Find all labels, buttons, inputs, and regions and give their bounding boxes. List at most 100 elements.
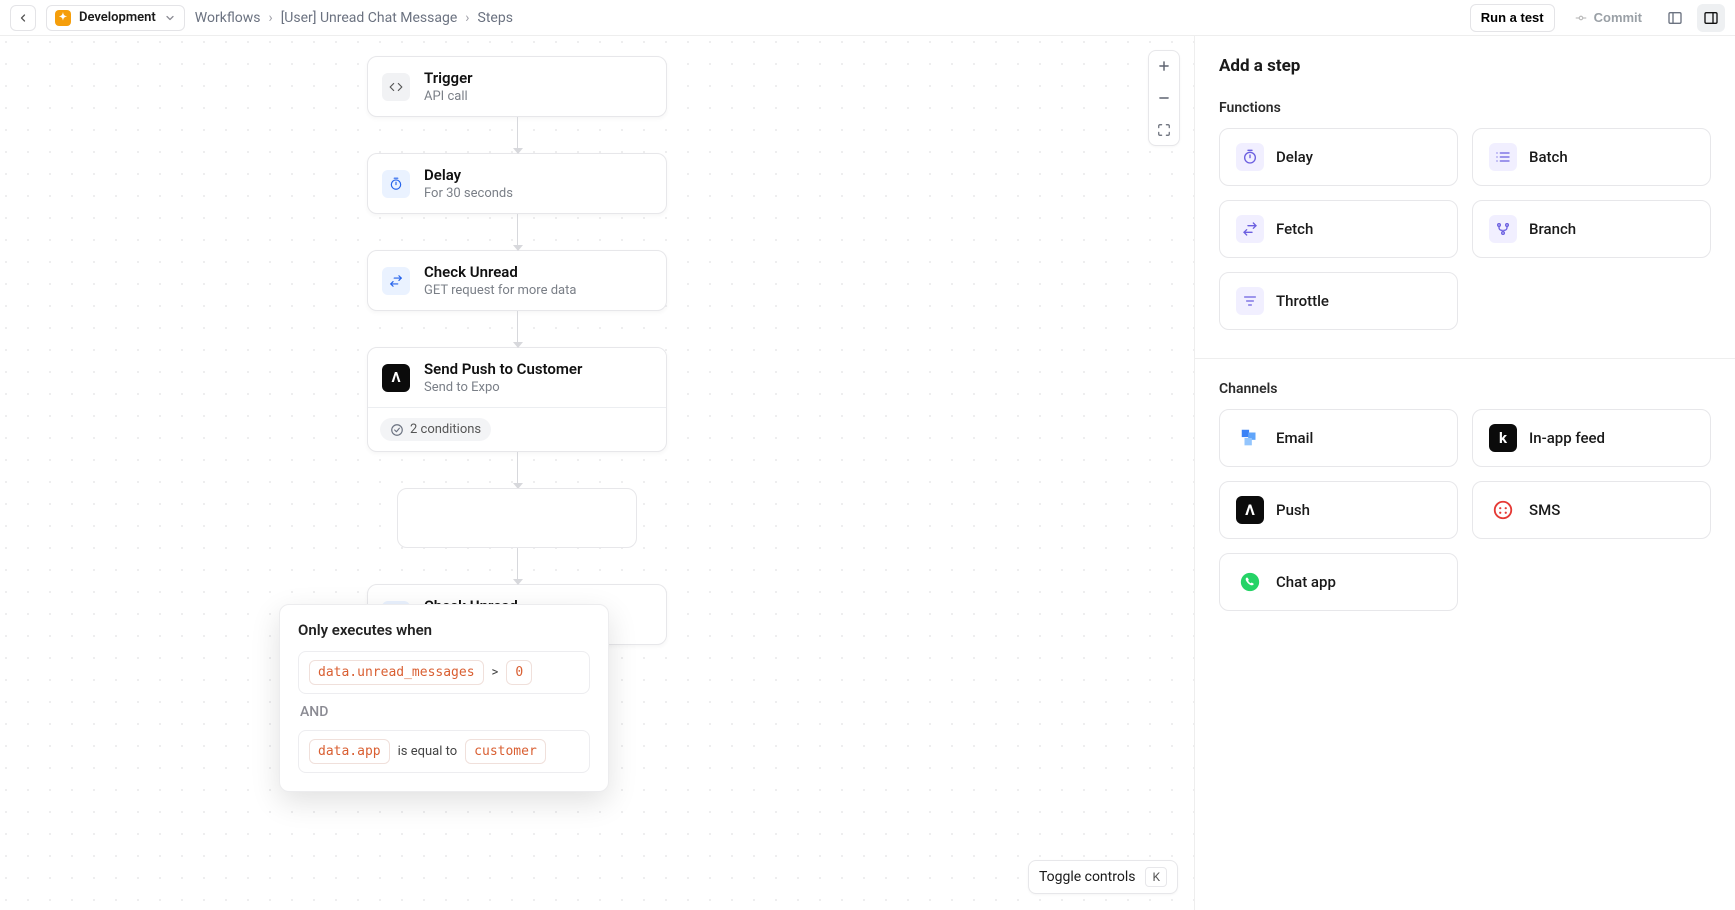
stepcard-label: Email	[1276, 429, 1313, 447]
conditions-chip-label: 2 conditions	[410, 422, 481, 437]
node-subtitle: Send to Expo	[424, 380, 582, 395]
crumb-workflows[interactable]: Workflows	[195, 10, 261, 26]
stepcard-label: Delay	[1276, 148, 1313, 166]
stepcard-label: Fetch	[1276, 220, 1313, 238]
stepcard-label: Push	[1276, 501, 1310, 519]
flow-column: Trigger API call Delay For 30 seconds	[367, 56, 667, 645]
functions-grid: Delay Batch Fetch Branch	[1219, 128, 1711, 330]
node-subtitle: API call	[424, 89, 473, 104]
top-bar-left: ✦ Development Workflows › [User] Unread …	[10, 5, 513, 31]
zoom-controls	[1148, 50, 1180, 146]
stepcard-push[interactable]: Λ Push	[1219, 481, 1458, 539]
conditions-chip-row: 2 conditions	[368, 407, 666, 451]
panel-toggle-right[interactable]	[1697, 4, 1725, 32]
expo-icon: Λ	[1236, 496, 1264, 524]
condition-join: AND	[300, 704, 588, 720]
node-subtitle: For 30 seconds	[424, 186, 513, 201]
chevron-right-icon: ›	[269, 10, 273, 26]
stepcard-batch[interactable]: Batch	[1472, 128, 1711, 186]
channels-label: Channels	[1219, 381, 1711, 397]
run-test-button[interactable]: Run a test	[1470, 4, 1555, 32]
workflow-canvas[interactable]: Trigger API call Delay For 30 seconds	[0, 36, 1195, 910]
node-hidden[interactable]	[397, 488, 637, 548]
node-body: Trigger API call	[424, 69, 473, 104]
run-test-label: Run a test	[1481, 10, 1544, 25]
stepcard-label: In-app feed	[1529, 429, 1605, 447]
stepcard-chat[interactable]: Chat app	[1219, 553, 1458, 611]
commit-icon	[1574, 11, 1588, 25]
conditions-chip[interactable]: 2 conditions	[380, 418, 491, 441]
node-send-push[interactable]: Λ Send Push to Customer Send to Expo 2 c…	[367, 347, 667, 452]
sms-icon	[1489, 496, 1517, 524]
back-button[interactable]	[10, 5, 36, 31]
zoom-in-button[interactable]	[1151, 53, 1177, 79]
inapp-icon: k	[1489, 424, 1517, 452]
node-title: Check Unread	[424, 263, 576, 281]
stepcard-label: Chat app	[1276, 573, 1336, 591]
condition-left: data.app	[309, 739, 390, 764]
maximize-icon	[1157, 123, 1171, 137]
stepcard-inapp[interactable]: k In-app feed	[1472, 409, 1711, 467]
stepcard-sms[interactable]: SMS	[1472, 481, 1711, 539]
node-title: Trigger	[424, 69, 473, 87]
functions-label: Functions	[1219, 100, 1711, 116]
main: Trigger API call Delay For 30 seconds	[0, 36, 1735, 910]
conditions-popover: Only executes when data.unread_messages …	[279, 604, 609, 792]
stepcard-branch[interactable]: Branch	[1472, 200, 1711, 258]
condition-left: data.unread_messages	[309, 660, 484, 685]
chevron-right-icon: ›	[465, 10, 469, 26]
chevron-down-icon	[164, 12, 176, 24]
panel-toggle-left[interactable]	[1661, 4, 1689, 32]
stepcard-fetch[interactable]: Fetch	[1219, 200, 1458, 258]
flow-edge	[517, 214, 518, 250]
toggle-controls[interactable]: Toggle controls K	[1028, 860, 1178, 894]
flow-edge	[517, 452, 518, 488]
node-trigger[interactable]: Trigger API call	[367, 56, 667, 117]
minus-icon	[1157, 91, 1171, 105]
toggle-controls-key: K	[1145, 867, 1167, 887]
node-title: Delay	[424, 166, 513, 184]
condition-right: customer	[465, 739, 546, 764]
plus-icon	[1157, 59, 1171, 73]
stepcard-label: Throttle	[1276, 292, 1329, 310]
crumb-steps[interactable]: Steps	[478, 10, 513, 26]
crumb-workflow-name[interactable]: [User] Unread Chat Message	[281, 10, 458, 26]
zoom-out-button[interactable]	[1151, 85, 1177, 111]
timer-icon	[382, 170, 410, 198]
breadcrumb: Workflows › [User] Unread Chat Message ›…	[195, 10, 513, 26]
environment-name: Development	[79, 10, 156, 25]
flow-edge	[517, 117, 518, 153]
node-body: Check Unread GET request for more data	[424, 263, 576, 298]
fit-view-button[interactable]	[1151, 117, 1177, 143]
stepcard-email[interactable]: Email	[1219, 409, 1458, 467]
panel-right-icon	[1703, 10, 1719, 26]
check-circle-icon	[390, 423, 404, 437]
expo-icon: Λ	[382, 364, 410, 392]
brand-icon: ✦	[55, 10, 71, 26]
flow-edge	[517, 311, 518, 347]
condition-op: >	[492, 665, 499, 680]
swap-icon	[1236, 215, 1264, 243]
side-panel-title: Add a step	[1219, 56, 1711, 76]
node-delay[interactable]: Delay For 30 seconds	[367, 153, 667, 214]
conditions-title: Only executes when	[298, 621, 590, 639]
condition-row-1: data.unread_messages > 0	[298, 651, 590, 694]
channels-grid: Email k In-app feed Λ Push SMS Chat ap	[1219, 409, 1711, 611]
environment-selector[interactable]: ✦ Development	[46, 5, 185, 31]
panel-left-icon	[1667, 10, 1683, 26]
chevron-left-icon	[17, 12, 29, 24]
whatsapp-icon	[1236, 568, 1264, 596]
commit-button: Commit	[1563, 4, 1653, 32]
stepcard-delay[interactable]: Delay	[1219, 128, 1458, 186]
node-subtitle: GET request for more data	[424, 283, 576, 298]
stepcard-label: Branch	[1529, 220, 1576, 238]
filter-icon	[1236, 287, 1264, 315]
stepcard-label: SMS	[1529, 501, 1560, 519]
branch-icon	[1489, 215, 1517, 243]
node-title: Send Push to Customer	[424, 360, 582, 378]
divider	[1195, 358, 1735, 359]
stepcard-throttle[interactable]: Throttle	[1219, 272, 1458, 330]
node-check-unread-1[interactable]: Check Unread GET request for more data	[367, 250, 667, 311]
top-bar-right: Run a test Commit	[1470, 4, 1725, 32]
list-icon	[1489, 143, 1517, 171]
